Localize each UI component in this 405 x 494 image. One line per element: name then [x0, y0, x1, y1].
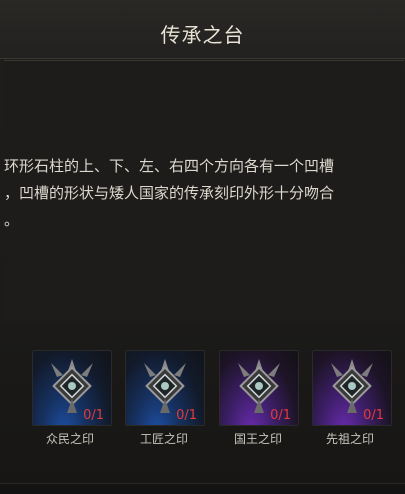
description-line: 环形石柱的上、下、左、右四个方向各有一个凹槽	[4, 157, 335, 175]
seal-slot-ancestor[interactable]: 0/1	[312, 350, 392, 426]
seal-slot-king[interactable]: 0/1	[219, 350, 299, 426]
item-count: 0/1	[363, 408, 384, 423]
seal-label: 工匠之印	[139, 432, 188, 446]
seal-icon	[331, 359, 373, 413]
seal-label: 先祖之印	[325, 432, 374, 446]
seal-icon	[51, 359, 93, 413]
item-count: 0/1	[176, 408, 197, 423]
bottom-bar	[0, 483, 405, 494]
seal-icon	[144, 359, 186, 413]
item-count: 0/1	[83, 408, 104, 423]
description-line: ，凹槽的形状与矮人国家的传承刻印外形十分吻合	[4, 184, 335, 202]
seal-label: 国王之印	[233, 432, 282, 446]
inheritance-dialog: 传承之台 环形石柱的上、下、左、右四个方向各有一个凹槽 ，凹槽的形状与矮人国家的…	[0, 0, 405, 494]
dialog-header: 传承之台	[0, 0, 405, 59]
description-text: 环形石柱的上、下、左、右四个方向各有一个凹槽 ，凹槽的形状与矮人国家的传承刻印外…	[4, 153, 404, 234]
item-count: 0/1	[270, 408, 291, 423]
seal-slot-craftsman[interactable]: 0/1	[125, 350, 205, 426]
seal-icon	[238, 359, 280, 413]
dialog-title: 传承之台	[160, 23, 245, 47]
description-box: 环形石柱的上、下、左、右四个方向各有一个凹槽 ，凹槽的形状与矮人国家的传承刻印外…	[4, 60, 404, 324]
seal-label: 众民之印	[45, 432, 94, 446]
seal-slot-commoners[interactable]: 0/1	[32, 350, 112, 426]
description-line: 。	[4, 211, 20, 229]
